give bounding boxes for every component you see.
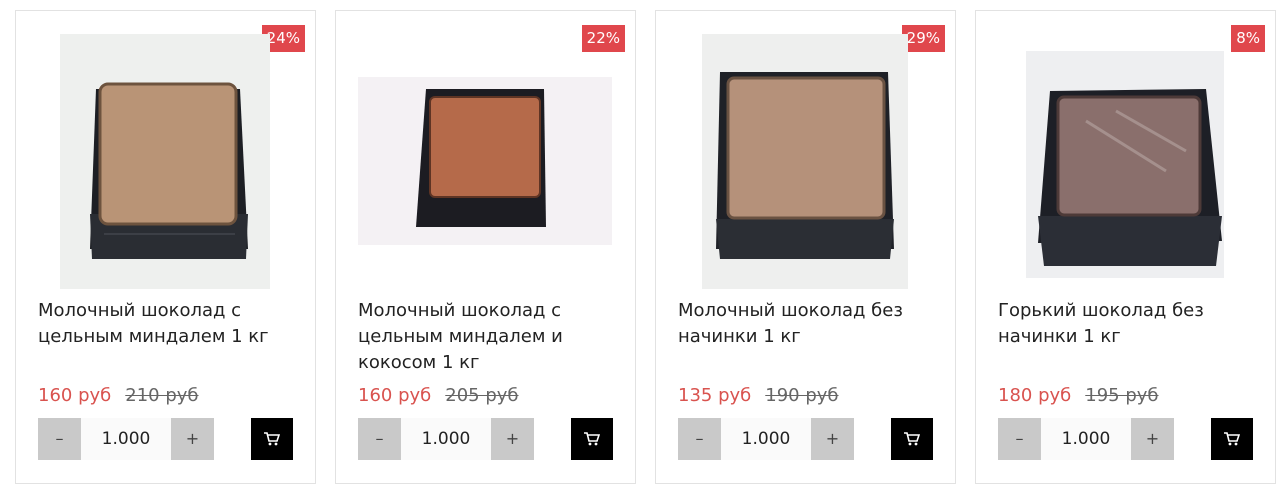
quantity-stepper: – + bbox=[38, 418, 214, 460]
product-card: 22% Молочный шоколад с цельным миндалем … bbox=[335, 10, 636, 484]
product-title[interactable]: Горький шоколад без начинки 1 кг bbox=[998, 298, 1257, 350]
increase-button[interactable]: + bbox=[1131, 418, 1174, 460]
increase-button[interactable]: + bbox=[491, 418, 534, 460]
price-block: 135 руб 190 руб bbox=[678, 384, 839, 408]
product-image[interactable] bbox=[60, 34, 270, 289]
cart-icon bbox=[1224, 432, 1240, 446]
quantity-input[interactable] bbox=[1041, 418, 1131, 460]
product-image[interactable] bbox=[358, 77, 612, 245]
product-title[interactable]: Молочный шоколад с цельным миндалем и ко… bbox=[358, 298, 617, 376]
product-image[interactable] bbox=[702, 34, 908, 289]
price-block: 160 руб 205 руб bbox=[358, 384, 519, 408]
product-card: 8% Горький шоколад без начинки 1 кг 180 … bbox=[975, 10, 1276, 484]
quantity-input[interactable] bbox=[721, 418, 811, 460]
quantity-input[interactable] bbox=[81, 418, 171, 460]
price-current: 135 руб bbox=[678, 385, 752, 406]
increase-button[interactable]: + bbox=[811, 418, 854, 460]
price-old: 210 руб bbox=[125, 385, 199, 406]
decrease-button[interactable]: – bbox=[358, 418, 401, 460]
product-title[interactable]: Молочный шоколад с цельным миндалем 1 кг bbox=[38, 298, 297, 350]
quantity-stepper: – + bbox=[998, 418, 1174, 460]
price-current: 160 руб bbox=[38, 385, 112, 406]
quantity-stepper: – + bbox=[358, 418, 534, 460]
product-card: 29% Молочный шоколад без начинки 1 кг 13… bbox=[655, 10, 956, 484]
price-block: 180 руб 195 руб bbox=[998, 384, 1159, 408]
price-old: 195 руб bbox=[1085, 385, 1159, 406]
decrease-button[interactable]: – bbox=[678, 418, 721, 460]
product-card: 24% Молочный шоколад с цельным миндалем … bbox=[15, 10, 316, 484]
decrease-button[interactable]: – bbox=[998, 418, 1041, 460]
increase-button[interactable]: + bbox=[171, 418, 214, 460]
product-image[interactable] bbox=[1026, 51, 1224, 278]
product-title[interactable]: Молочный шоколад без начинки 1 кг bbox=[678, 298, 937, 350]
add-to-cart-button[interactable] bbox=[1211, 418, 1253, 460]
quantity-stepper: – + bbox=[678, 418, 854, 460]
cart-icon bbox=[904, 432, 920, 446]
add-to-cart-button[interactable] bbox=[571, 418, 613, 460]
price-current: 180 руб bbox=[998, 385, 1072, 406]
price-old: 190 руб bbox=[765, 385, 839, 406]
price-current: 160 руб bbox=[358, 385, 432, 406]
cart-icon bbox=[584, 432, 600, 446]
add-to-cart-button[interactable] bbox=[251, 418, 293, 460]
price-block: 160 руб 210 руб bbox=[38, 384, 199, 408]
decrease-button[interactable]: – bbox=[38, 418, 81, 460]
price-old: 205 руб bbox=[445, 385, 519, 406]
add-to-cart-button[interactable] bbox=[891, 418, 933, 460]
quantity-input[interactable] bbox=[401, 418, 491, 460]
cart-icon bbox=[264, 432, 280, 446]
